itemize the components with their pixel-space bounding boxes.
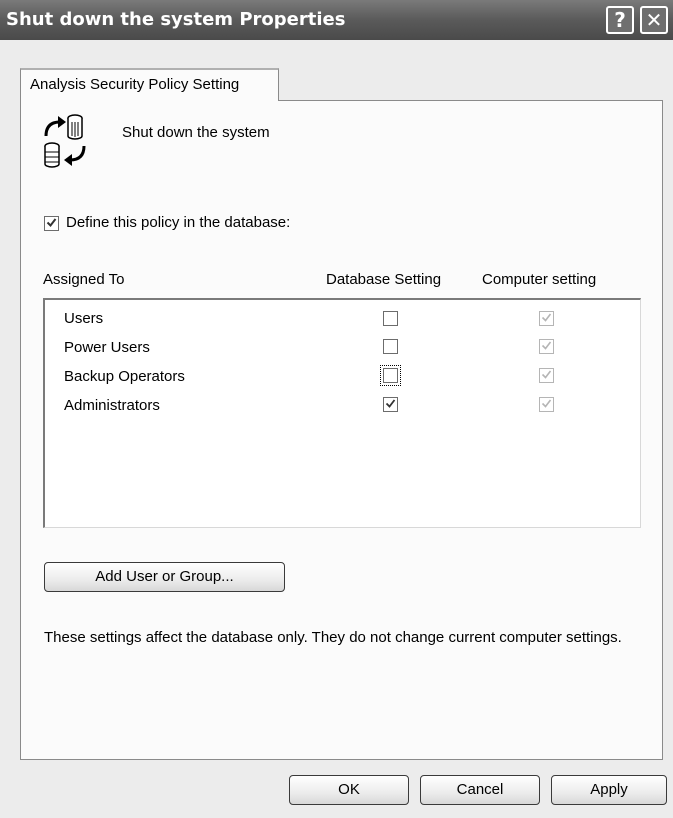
define-policy-label[interactable]: Define this policy in the database:: [66, 214, 290, 231]
list-item-label[interactable]: Power Users: [64, 339, 150, 356]
ok-button[interactable]: OK: [289, 775, 409, 805]
apply-button[interactable]: Apply: [551, 775, 667, 805]
database-sync-icon: [44, 114, 86, 168]
computer-setting-checkbox: [539, 311, 554, 326]
database-setting-checkbox[interactable]: [383, 311, 398, 326]
window-title: Shut down the system Properties: [6, 9, 346, 30]
database-setting-checkbox[interactable]: [383, 397, 398, 412]
database-setting-checkbox[interactable]: [380, 365, 401, 386]
column-header-database-setting: Database Setting: [326, 271, 442, 288]
policy-name: Shut down the system: [122, 124, 270, 141]
computer-setting-checkbox: [539, 368, 554, 383]
list-item-label[interactable]: Backup Operators: [64, 368, 185, 385]
tab-analysis-security-policy[interactable]: Analysis Security Policy Setting: [20, 68, 279, 101]
properties-dialog: Shut down the system Properties ? ✕ Anal…: [0, 0, 673, 818]
column-header-assigned-to: Assigned To: [43, 271, 125, 288]
database-setting-checkbox[interactable]: [383, 339, 398, 354]
computer-setting-checkbox: [539, 397, 554, 412]
column-header-computer-setting: Computer setting: [482, 271, 597, 288]
define-policy-checkbox[interactable]: [44, 216, 59, 231]
list-item-label[interactable]: Users: [64, 310, 103, 327]
add-user-or-group-button[interactable]: Add User or Group...: [44, 562, 285, 592]
help-button[interactable]: ?: [606, 6, 634, 34]
cancel-button[interactable]: Cancel: [420, 775, 540, 805]
computer-setting-checkbox: [539, 339, 554, 354]
tab-label: Analysis Security Policy Setting: [30, 76, 240, 93]
list-item-label[interactable]: Administrators: [64, 397, 160, 414]
title-bar[interactable]: Shut down the system Properties ? ✕: [0, 0, 673, 40]
close-button[interactable]: ✕: [640, 6, 668, 34]
info-text: These settings affect the database only.…: [44, 629, 622, 646]
